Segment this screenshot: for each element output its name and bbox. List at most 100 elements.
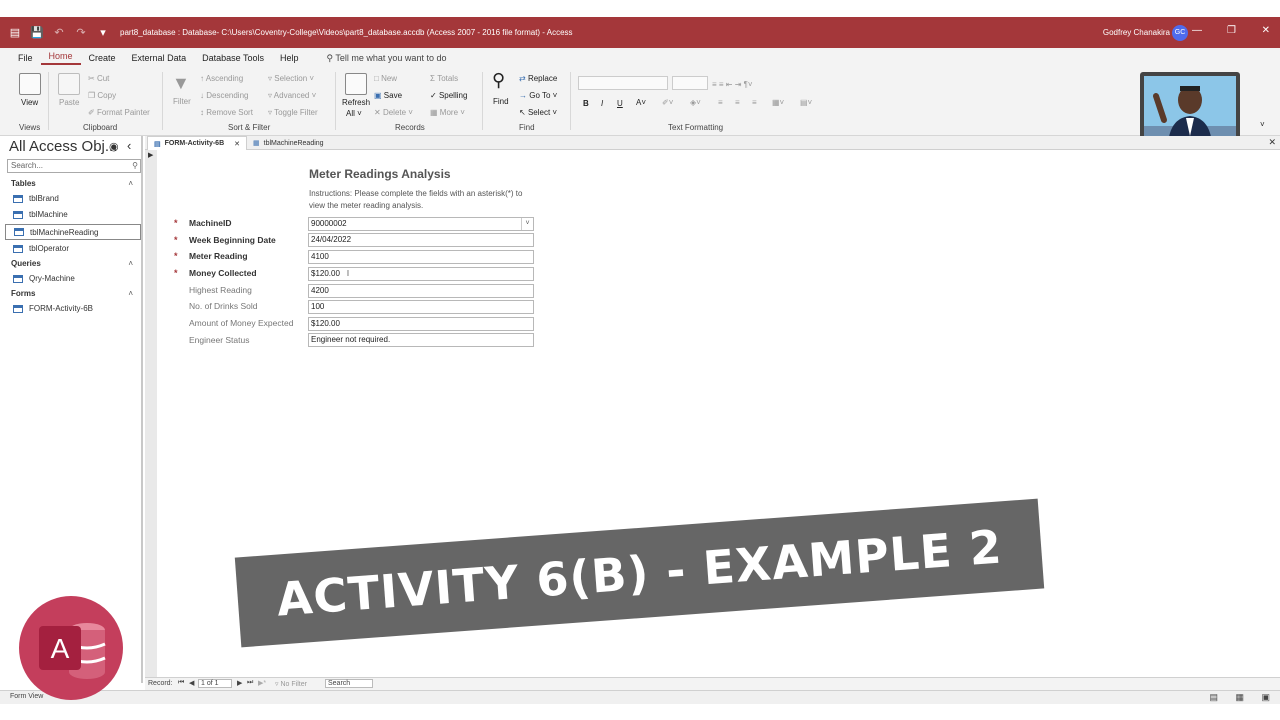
copy-button[interactable]: ❐ Copy xyxy=(88,91,116,100)
chevron-up-icon[interactable]: ˄ xyxy=(128,259,133,268)
chevron-up-icon[interactable]: ˄ xyxy=(128,179,133,188)
close-button[interactable]: ✕ xyxy=(1262,25,1270,36)
first-record-button[interactable]: ⏮ xyxy=(178,679,184,687)
totals-button[interactable]: Σ Totals xyxy=(430,74,458,83)
view-icon[interactable] xyxy=(19,73,41,95)
format-painter-button[interactable]: ✐ Format Painter xyxy=(88,108,150,117)
cut-button[interactable]: ✂ Cut xyxy=(88,74,109,83)
menu-home[interactable]: Home xyxy=(40,51,81,65)
go-to-button[interactable]: → Go To ˅ xyxy=(519,91,557,100)
close-icon[interactable]: ✕ xyxy=(234,140,240,148)
align-left-icon[interactable]: ≡ xyxy=(718,98,723,107)
gridlines-icon[interactable]: ▦˅ xyxy=(772,98,784,107)
nav-item-tbloperator[interactable]: tblOperator xyxy=(13,244,69,253)
record-selector[interactable]: ▶ xyxy=(145,150,157,677)
refresh-all-button[interactable]: All ˅ xyxy=(346,109,362,118)
nav-item-tblbrand[interactable]: tblBrand xyxy=(13,194,59,203)
machineid-combo[interactable]: 90000002 ˅ xyxy=(308,217,534,231)
nav-section-forms[interactable]: Forms xyxy=(11,289,35,298)
tab-form-activity-6b[interactable]: ▤ FORM-Activity-6B ✕ xyxy=(147,136,248,150)
bold-button[interactable]: B xyxy=(583,99,589,108)
remove-sort-button[interactable]: ↕ Remove Sort xyxy=(200,108,253,117)
selection-button[interactable]: ▿ Selection ˅ xyxy=(268,74,314,83)
no-filter-indicator[interactable]: ▿ No Filter xyxy=(275,680,307,688)
filter-icon[interactable]: ▼ xyxy=(172,73,190,94)
new-record-button[interactable]: □ New xyxy=(374,74,397,83)
find-button[interactable]: Find xyxy=(493,97,509,106)
nav-search-input[interactable]: Search... ⚲ xyxy=(7,159,141,173)
advanced-button[interactable]: ▿ Advanced ˅ xyxy=(268,91,316,100)
drinks-sold-field[interactable]: 100 xyxy=(308,300,534,314)
nav-pane-title[interactable]: All Access Obj... xyxy=(9,138,117,155)
highlight-icon[interactable]: ✐˅ xyxy=(662,98,673,107)
highest-reading-field[interactable]: 4200 xyxy=(308,284,534,298)
bullets-icon[interactable]: ≡ ≡ ⇤ ⇥ ¶˅ xyxy=(712,80,753,89)
replace-button[interactable]: ⇄ Replace xyxy=(519,74,557,83)
nav-section-queries[interactable]: Queries xyxy=(11,259,41,268)
nav-section-tables[interactable]: Tables xyxy=(11,179,36,188)
previous-record-button[interactable]: ◀ xyxy=(189,679,194,687)
tab-tblmachinereading[interactable]: ▦ tblMachineReading xyxy=(247,136,330,150)
filter-button[interactable]: Filter xyxy=(173,97,191,106)
delete-record-button[interactable]: ✕ Delete ˅ xyxy=(374,108,413,117)
collapse-ribbon-icon[interactable]: ˅ xyxy=(1260,120,1265,129)
close-document-icon[interactable]: ✕ xyxy=(1268,137,1276,148)
find-icon[interactable]: ⚲ xyxy=(492,70,505,91)
minimize-button[interactable]: — xyxy=(1192,25,1202,36)
design-view-icon[interactable]: ▣ xyxy=(1261,692,1270,703)
customize-toolbar-icon[interactable]: ▾ xyxy=(96,26,110,39)
font-color-icon[interactable]: A˅ xyxy=(636,98,646,107)
descending-button[interactable]: ↓ Descending xyxy=(200,91,248,100)
nav-menu-icon[interactable]: ◉ xyxy=(109,140,119,153)
money-collected-field[interactable]: $120.00 I xyxy=(308,267,534,281)
record-search-input[interactable]: Search xyxy=(325,679,373,688)
spelling-button[interactable]: ✓ Spelling xyxy=(430,91,467,100)
nav-item-tblmachinereading[interactable]: tblMachineReading xyxy=(5,224,141,240)
refresh-icon[interactable] xyxy=(345,73,367,95)
menu-file[interactable]: File xyxy=(10,53,41,63)
menu-database-tools[interactable]: Database Tools xyxy=(194,53,272,63)
chevron-up-icon[interactable]: ˄ xyxy=(128,289,133,298)
meter-reading-field[interactable]: 4100 xyxy=(308,250,534,264)
paste-button[interactable]: Paste xyxy=(59,98,79,107)
new-record-nav-button[interactable]: ▶* xyxy=(258,679,266,687)
menu-create[interactable]: Create xyxy=(81,53,124,63)
engineer-status-field[interactable]: Engineer not required. xyxy=(308,333,534,347)
last-record-button[interactable]: ⏭ xyxy=(247,679,253,687)
redo-icon[interactable]: ↷ xyxy=(74,26,88,39)
chevron-down-icon[interactable]: ˅ xyxy=(521,218,533,230)
user-name[interactable]: Godfrey Chanakira xyxy=(1103,28,1170,37)
italic-button[interactable]: I xyxy=(601,99,603,108)
layout-view-icon[interactable]: ▦ xyxy=(1235,692,1244,703)
next-record-button[interactable]: ▶ xyxy=(237,679,242,687)
money-expected-field[interactable]: $120.00 xyxy=(308,317,534,331)
underline-button[interactable]: U xyxy=(617,99,623,108)
restore-button[interactable]: ❐ xyxy=(1227,25,1236,36)
font-size-dropdown[interactable] xyxy=(672,76,708,90)
alternate-row-color-icon[interactable]: ▤˅ xyxy=(800,98,812,107)
view-button[interactable]: View xyxy=(21,98,38,107)
menu-help[interactable]: Help xyxy=(272,53,307,63)
select-button[interactable]: ↖ Select ˅ xyxy=(519,108,557,117)
nav-item-qry-machine[interactable]: Qry-Machine xyxy=(13,274,75,283)
align-center-icon[interactable]: ≡ xyxy=(735,98,740,107)
refresh-button[interactable]: Refresh xyxy=(342,98,370,107)
ascending-button[interactable]: ↑ Ascending xyxy=(200,74,243,83)
save-icon[interactable]: 💾 xyxy=(30,26,44,39)
save-record-button[interactable]: ▣ Save xyxy=(374,91,402,100)
more-button[interactable]: ▦ More ˅ xyxy=(430,108,465,117)
week-beginning-date-field[interactable]: 24/04/2022 xyxy=(308,233,534,247)
menu-external-data[interactable]: External Data xyxy=(124,53,195,63)
align-right-icon[interactable]: ≡ xyxy=(752,98,757,107)
collapse-pane-icon[interactable]: ‹ xyxy=(127,138,131,153)
paste-icon[interactable] xyxy=(58,73,80,95)
form-view-icon[interactable]: ▤ xyxy=(1209,692,1218,703)
fill-color-icon[interactable]: ◈˅ xyxy=(690,98,701,107)
font-name-dropdown[interactable] xyxy=(578,76,668,90)
nav-item-form-activity-6b[interactable]: FORM-Activity-6B xyxy=(13,304,93,313)
undo-icon[interactable]: ↶ xyxy=(52,26,66,39)
avatar[interactable]: GC xyxy=(1172,24,1188,41)
toggle-filter-button[interactable]: ▿ Toggle Filter xyxy=(268,108,318,117)
current-record-field[interactable]: 1 of 1 xyxy=(198,679,232,688)
nav-item-tblmachine[interactable]: tblMachine xyxy=(13,210,68,219)
